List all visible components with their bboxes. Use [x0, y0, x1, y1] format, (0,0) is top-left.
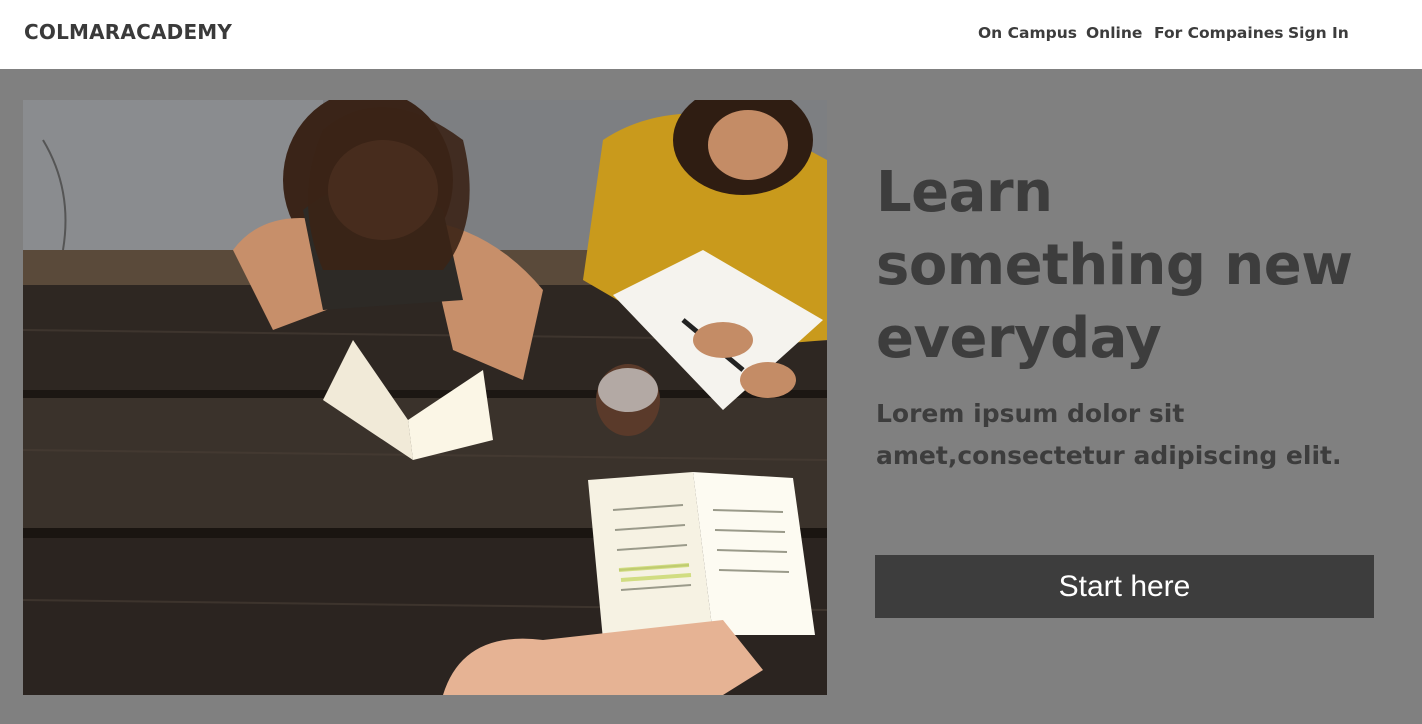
nav-link-for-companies[interactable]: For Compaines — [1154, 24, 1283, 42]
hero-photo-students-studying — [23, 100, 827, 695]
nav-link-online[interactable]: Online — [1086, 24, 1142, 42]
top-navigation-bar: COLMARACADEMY On Campus Online For Compa… — [0, 0, 1422, 69]
nav-link-sign-in[interactable]: Sign In — [1288, 24, 1349, 42]
start-here-button[interactable]: Start here — [875, 555, 1374, 618]
hero-headline: Learn something new everyday — [876, 160, 1353, 371]
nav-link-on-campus[interactable]: On Campus — [978, 24, 1077, 42]
brand-logo-link[interactable]: COLMARACADEMY — [24, 20, 232, 44]
hero-subheading: Lorem ipsum dolor sit amet,consectetur a… — [876, 399, 1342, 470]
